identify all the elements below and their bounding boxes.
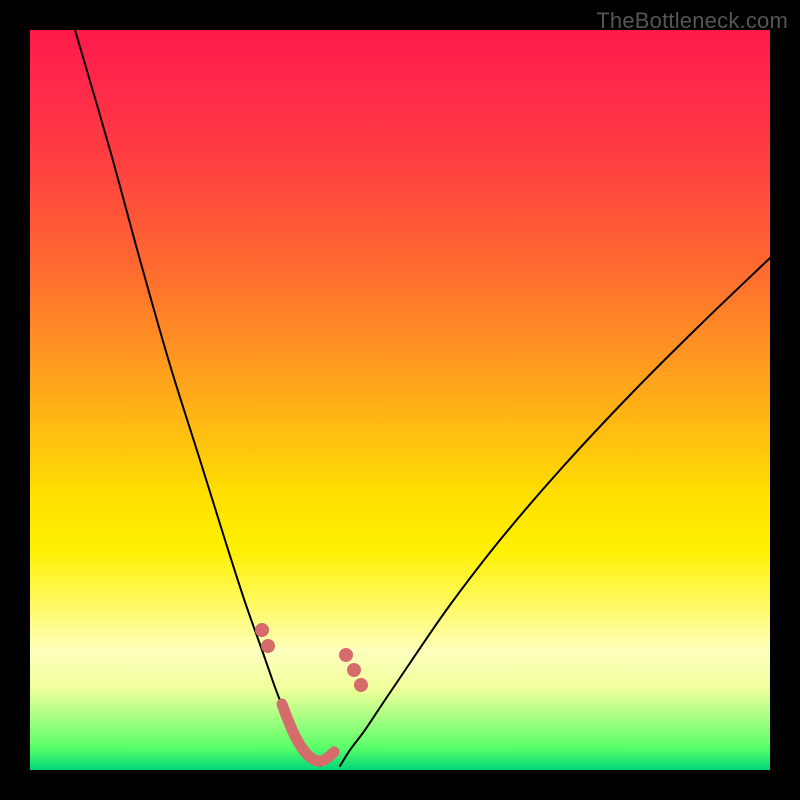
chart-frame: TheBottleneck.com [0,0,800,800]
highlight-dot [354,678,368,692]
right-curve [340,258,770,766]
highlight-dot [347,663,361,677]
curves-svg [30,30,770,770]
highlight-dot [261,639,275,653]
highlight-dot [339,648,353,662]
watermark-text: TheBottleneck.com [596,8,788,34]
plot-area [30,30,770,770]
highlight-dot [255,623,269,637]
left-curve [75,30,320,766]
bottom-highlight-segment [282,704,334,761]
